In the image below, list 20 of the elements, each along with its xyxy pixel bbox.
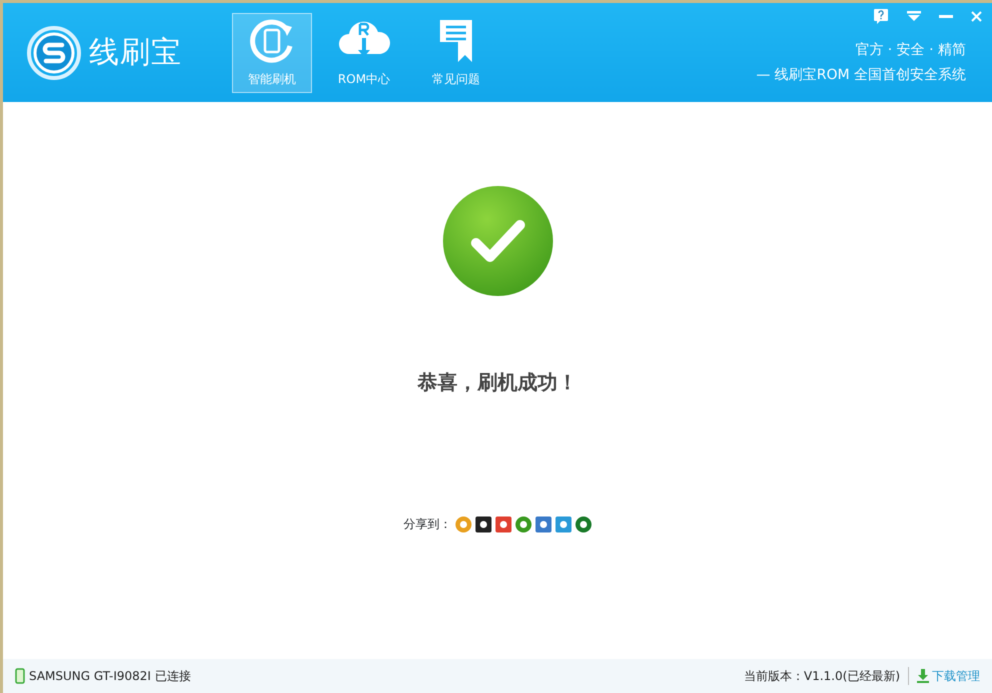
nav-tab[interactable]: 常见问题 [416, 12, 496, 92]
share-label: 分享到： [404, 516, 452, 533]
download-manager-link[interactable]: 下载管理 [917, 667, 980, 685]
share-icon[interactable] [474, 516, 492, 532]
success-check-icon [442, 185, 554, 297]
help-icon[interactable] [873, 8, 889, 25]
nav-tab[interactable]: ROM中心 [324, 12, 404, 92]
dropdown-menu-icon[interactable] [907, 11, 921, 22]
close-icon[interactable] [971, 11, 982, 22]
version-text: 当前版本：V1.1.0(已经最新) [744, 668, 900, 685]
phone-icon [15, 668, 25, 684]
app-title: 线刷宝 [89, 34, 182, 72]
success-message: 恭喜，刷机成功！ [418, 369, 578, 396]
device-status: SAMSUNG GT-I9082I 已连接 [29, 668, 191, 685]
slogan: 官方 · 安全 · 精简 [855, 40, 966, 60]
logo-icon [27, 26, 81, 80]
tagline: — 线刷宝ROM 全国首创安全系统 [756, 66, 966, 84]
nav-tab[interactable]: 智能刷机 [232, 12, 312, 92]
phone-refresh-icon [249, 18, 295, 64]
download-icon [917, 669, 929, 683]
